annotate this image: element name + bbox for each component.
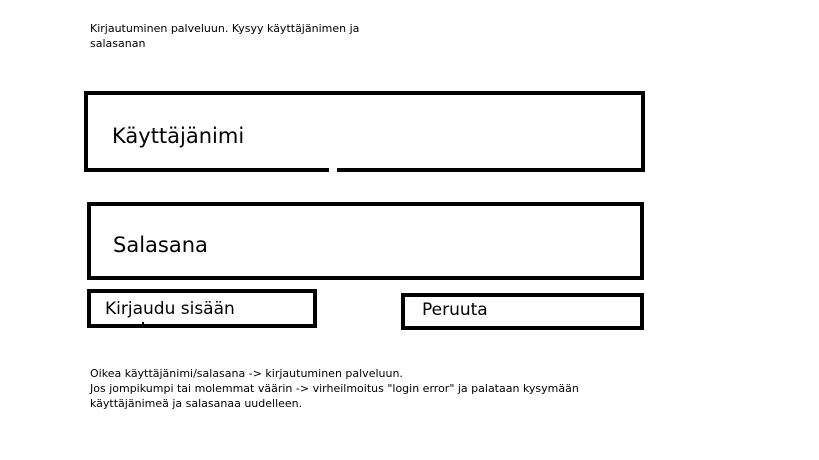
- cancel-button[interactable]: Peruuta: [401, 293, 644, 330]
- stray-mark: [142, 322, 144, 324]
- footer-note: Oikea käyttäjänimi/salasana -> kirjautum…: [90, 367, 579, 410]
- border-gap: [329, 168, 337, 172]
- password-field[interactable]: Salasana: [87, 202, 644, 280]
- password-field-label: Salasana: [113, 233, 208, 257]
- username-field[interactable]: Käyttäjänimi: [84, 91, 645, 172]
- cancel-button-label: Peruuta: [422, 300, 488, 320]
- username-field-label: Käyttäjänimi: [112, 124, 245, 148]
- intro-note: Kirjautuminen palveluun. Kysyy käyttäjän…: [90, 22, 360, 50]
- login-button-label: Kirjaudu sisään: [105, 299, 235, 319]
- login-button[interactable]: Kirjaudu sisään: [87, 289, 317, 328]
